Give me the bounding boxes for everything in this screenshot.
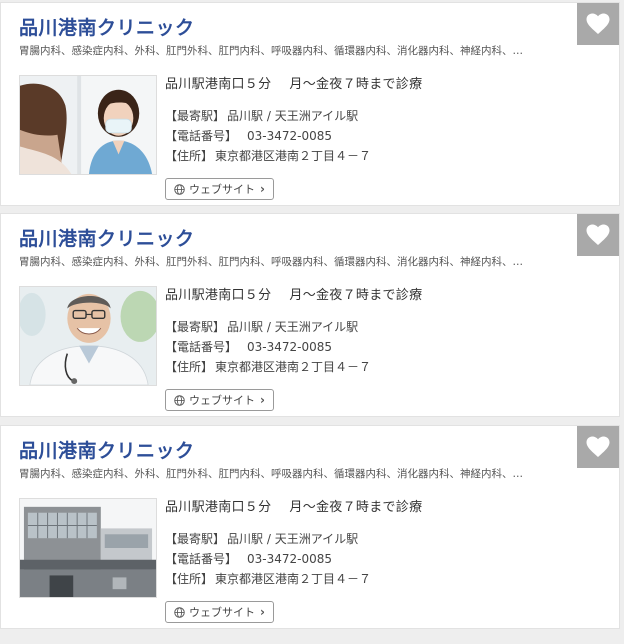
clinic-card: 品川港南クリニック 胃腸内科、感染症内科、外科、肛門外科、肛門内科、呼吸器内科、…	[0, 213, 620, 417]
clinic-departments: 胃腸内科、感染症内科、外科、肛門外科、肛門内科、呼吸器内科、循環器内科、消化器内…	[19, 468, 523, 480]
clinic-info: 品川駅港南口５分 月～金夜７時まで診療 【最寄駅】 品川駅 / 天王洲アイル駅 【電…	[165, 284, 565, 377]
address-label: 【住所】	[165, 149, 214, 163]
globe-icon	[174, 183, 185, 195]
chevron-right-icon: ›	[260, 393, 265, 407]
clinic-list: 品川港南クリニック 胃腸内科、感染症内科、外科、肛門外科、肛門内科、呼吸器内科、…	[0, 0, 624, 644]
clinic-photo-nurse	[19, 75, 157, 175]
chevron-right-icon: ›	[260, 605, 265, 619]
hours-text: 月～金夜７時まで診療	[289, 288, 423, 303]
clinic-name[interactable]: 品川港南クリニック	[19, 224, 195, 251]
website-button[interactable]: ウェブサイト ›	[165, 178, 274, 200]
chevron-right-icon: ›	[260, 182, 265, 196]
tel-label: 【電話番号】	[165, 552, 238, 566]
website-label: ウェブサイト	[189, 606, 255, 619]
access-text: 品川駅港南口５分	[165, 77, 272, 92]
tel-row: 【電話番号】 03-3472-0085	[165, 549, 565, 569]
tel-value[interactable]: 03-3472-0085	[247, 340, 332, 354]
website-label: ウェブサイト	[189, 394, 255, 407]
address-row: 【住所】 東京都港区港南２丁目４－７	[165, 357, 565, 377]
station-row: 【最寄駅】 品川駅 / 天王洲アイル駅	[165, 106, 565, 126]
favorite-button[interactable]	[577, 426, 619, 468]
address-value: 東京都港区港南２丁目４－７	[215, 572, 372, 586]
station-label: 【最寄駅】	[165, 320, 226, 334]
address-row: 【住所】 東京都港区港南２丁目４－７	[165, 146, 565, 166]
clinic-access: 品川駅港南口５分 月～金夜７時まで診療	[165, 73, 565, 92]
station-row: 【最寄駅】 品川駅 / 天王洲アイル駅	[165, 529, 565, 549]
website-button[interactable]: ウェブサイト ›	[165, 389, 274, 411]
clinic-info: 品川駅港南口５分 月～金夜７時まで診療 【最寄駅】 品川駅 / 天王洲アイル駅 【電…	[165, 496, 565, 589]
favorite-button[interactable]	[577, 3, 619, 45]
website-button[interactable]: ウェブサイト ›	[165, 601, 274, 623]
clinic-access: 品川駅港南口５分 月～金夜７時まで診療	[165, 496, 565, 515]
clinic-card: 品川港南クリニック 胃腸内科、感染症内科、外科、肛門外科、肛門内科、呼吸器内科、…	[0, 425, 620, 629]
address-value: 東京都港区港南２丁目４－７	[215, 360, 372, 374]
favorite-button[interactable]	[577, 214, 619, 256]
tel-value[interactable]: 03-3472-0085	[247, 552, 332, 566]
tel-value[interactable]: 03-3472-0085	[247, 129, 332, 143]
address-row: 【住所】 東京都港区港南２丁目４－７	[165, 569, 565, 589]
clinic-info: 品川駅港南口５分 月～金夜７時まで診療 【最寄駅】 品川駅 / 天王洲アイル駅 【電…	[165, 73, 565, 166]
tel-row: 【電話番号】 03-3472-0085	[165, 126, 565, 146]
tel-row: 【電話番号】 03-3472-0085	[165, 337, 565, 357]
access-text: 品川駅港南口５分	[165, 288, 272, 303]
clinic-card: 品川港南クリニック 胃腸内科、感染症内科、外科、肛門外科、肛門内科、呼吸器内科、…	[0, 2, 620, 206]
website-label: ウェブサイト	[189, 183, 255, 196]
address-value: 東京都港区港南２丁目４－７	[215, 149, 372, 163]
globe-icon	[174, 606, 185, 618]
station-label: 【最寄駅】	[165, 109, 226, 123]
address-label: 【住所】	[165, 360, 214, 374]
tel-label: 【電話番号】	[165, 340, 238, 354]
clinic-departments: 胃腸内科、感染症内科、外科、肛門外科、肛門内科、呼吸器内科、循環器内科、消化器内…	[19, 45, 523, 57]
heart-icon	[586, 224, 610, 245]
tel-label: 【電話番号】	[165, 129, 238, 143]
clinic-photo-doctor	[19, 286, 157, 386]
hours-text: 月～金夜７時まで診療	[289, 77, 423, 92]
hours-text: 月～金夜７時まで診療	[289, 500, 423, 515]
access-text: 品川駅港南口５分	[165, 500, 272, 515]
clinic-departments: 胃腸内科、感染症内科、外科、肛門外科、肛門内科、呼吸器内科、循環器内科、消化器内…	[19, 256, 523, 268]
globe-icon	[174, 394, 185, 406]
heart-icon	[586, 436, 610, 457]
clinic-access: 品川駅港南口５分 月～金夜７時まで診療	[165, 284, 565, 303]
clinic-name[interactable]: 品川港南クリニック	[19, 13, 195, 40]
address-label: 【住所】	[165, 572, 214, 586]
clinic-name[interactable]: 品川港南クリニック	[19, 436, 195, 463]
station-value: 品川駅 / 天王洲アイル駅	[227, 320, 359, 334]
station-label: 【最寄駅】	[165, 532, 226, 546]
station-row: 【最寄駅】 品川駅 / 天王洲アイル駅	[165, 317, 565, 337]
station-value: 品川駅 / 天王洲アイル駅	[227, 532, 359, 546]
station-value: 品川駅 / 天王洲アイル駅	[227, 109, 359, 123]
heart-icon	[586, 13, 610, 34]
clinic-photo-building	[19, 498, 157, 598]
